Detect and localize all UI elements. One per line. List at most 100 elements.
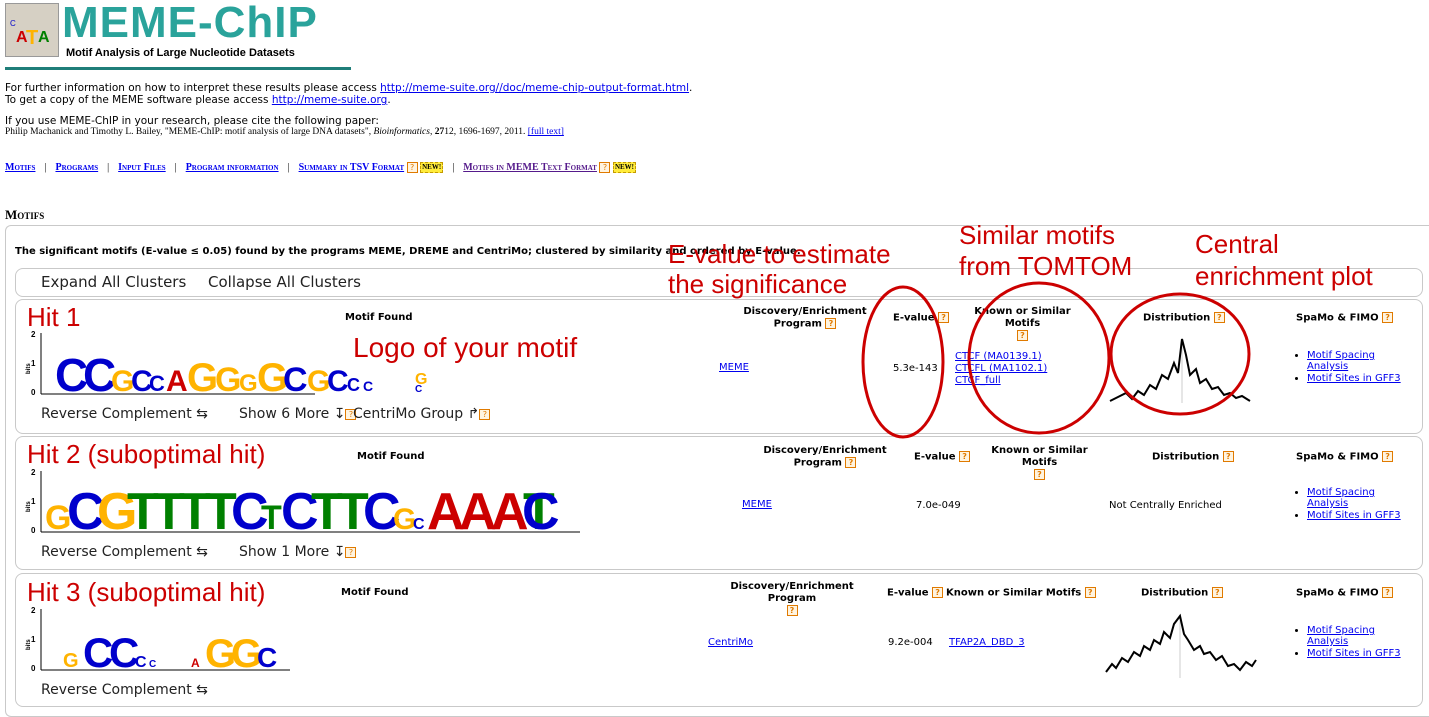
evalue-header-label: E-value bbox=[893, 312, 935, 324]
evalue-annotation-line-1: E-value to estimate bbox=[668, 239, 891, 269]
known-header: Known or Similar Motifs ? bbox=[955, 306, 1090, 343]
corner-arrow-icon: ↱ bbox=[467, 406, 480, 422]
discovery-header-label: Program bbox=[793, 457, 842, 469]
motif-sites-gff3-link[interactable]: Motif Sites in GFF3 bbox=[1307, 510, 1401, 521]
centrimo-group-button[interactable]: CentriMo Group ↱? bbox=[353, 406, 491, 422]
help-icon[interactable]: ? bbox=[825, 318, 837, 329]
axis-label: bits bbox=[26, 639, 32, 650]
program-link-hit-2[interactable]: MEME bbox=[742, 499, 772, 510]
nav-summary-tsv[interactable]: Summary in TSV Format bbox=[299, 162, 405, 173]
nav-separator: | bbox=[287, 162, 290, 173]
evalue-hit-2: 7.0e-049 bbox=[916, 500, 961, 511]
help-icon[interactable]: ? bbox=[1382, 451, 1394, 462]
known-motif-link[interactable]: CTCF_full bbox=[955, 375, 1001, 386]
svg-text:C: C bbox=[522, 483, 560, 538]
discovery-header-label: Program bbox=[773, 318, 822, 330]
help-icon[interactable]: ? bbox=[959, 451, 971, 462]
nav-motifs-meme-text[interactable]: Motifs in MEME Text Format bbox=[463, 162, 597, 173]
svg-text:G: G bbox=[63, 650, 79, 672]
new-badge-icon: NEW! bbox=[420, 162, 444, 174]
reverse-complement-button[interactable]: Reverse Complement ⇆ bbox=[41, 406, 208, 422]
help-icon[interactable]: ? bbox=[938, 312, 950, 323]
full-text-link[interactable]: [full text] bbox=[528, 127, 564, 137]
reverse-complement-button[interactable]: Reverse Complement ⇆ bbox=[41, 544, 208, 560]
svg-text:C: C bbox=[283, 361, 308, 399]
collapse-all-button[interactable]: Collapse All Clusters bbox=[208, 273, 361, 291]
known-motif-link[interactable]: CTCF (MA0139.1) bbox=[955, 351, 1042, 362]
program-link-hit-3[interactable]: CentriMo bbox=[708, 637, 753, 648]
motif-found-header: Motif Found bbox=[345, 312, 413, 323]
motif-spacing-link[interactable]: Motif Spacing Analysis bbox=[1307, 625, 1375, 647]
evalue-annotation-line-2: the significance bbox=[668, 269, 848, 299]
discovery-header-label: Discovery/Enrichment bbox=[763, 445, 887, 456]
help-icon[interactable]: ? bbox=[845, 457, 857, 468]
logo-annotation: Logo of your motif bbox=[353, 332, 578, 363]
help-icon[interactable]: ? bbox=[932, 587, 944, 598]
svg-text:C: C bbox=[135, 654, 147, 671]
motif-sites-gff3-link[interactable]: Motif Sites in GFF3 bbox=[1307, 373, 1401, 384]
help-icon[interactable]: ? bbox=[479, 408, 491, 420]
axis-label: bits bbox=[26, 363, 32, 374]
motif-spacing-link[interactable]: Motif Spacing Analysis bbox=[1307, 487, 1375, 509]
help-icon[interactable]: ? bbox=[1084, 587, 1096, 598]
svg-text:C: C bbox=[257, 642, 277, 673]
evalue-header: E-value ? bbox=[914, 451, 971, 464]
program-link-hit-1[interactable]: MEME bbox=[719, 362, 749, 373]
help-icon[interactable]: ? bbox=[1034, 469, 1045, 480]
help-icon[interactable]: ? bbox=[1211, 587, 1223, 598]
citation-journal: Bioinformatics bbox=[373, 127, 430, 137]
svg-text:T: T bbox=[26, 27, 38, 49]
expand-arrow-icon: ↧ bbox=[333, 406, 346, 422]
distribution-plot-hit-3 bbox=[1105, 613, 1257, 678]
output-format-link[interactable]: http://meme-suite.org//doc/meme-chip-out… bbox=[380, 82, 689, 94]
intro-punct: . bbox=[689, 82, 693, 94]
show-more-button[interactable]: Show 6 More ↧? bbox=[239, 406, 357, 422]
cite-line: If you use MEME-ChIP in your research, p… bbox=[5, 115, 379, 127]
discovery-header: Discovery/Enrichment Program ? bbox=[706, 581, 878, 618]
nav-programs[interactable]: Programs bbox=[55, 162, 98, 173]
axis-tick: 2 bbox=[31, 606, 36, 615]
help-icon[interactable]: ? bbox=[1382, 312, 1394, 323]
help-icon[interactable]: ? bbox=[599, 162, 611, 174]
help-icon[interactable]: ? bbox=[786, 605, 798, 616]
motif-sites-gff3-link[interactable]: Motif Sites in GFF3 bbox=[1307, 648, 1401, 659]
discovery-header: Discovery/Enrichment Program ? bbox=[760, 445, 890, 470]
meme-suite-link[interactable]: http://meme-suite.org bbox=[272, 94, 388, 106]
citation-pages: 12, 1696-1697, 2011. bbox=[444, 127, 528, 137]
svg-text:G: G bbox=[215, 361, 241, 399]
axis-label: bits bbox=[26, 501, 32, 512]
centrimo-group-label: CentriMo Group bbox=[353, 406, 464, 422]
axis-tick: 2 bbox=[31, 468, 36, 477]
discovery-header: Discovery/Enrichment Program ? bbox=[735, 306, 875, 331]
help-icon[interactable]: ? bbox=[1213, 312, 1225, 323]
spamo-header: SpaMo & FIMO ? bbox=[1296, 451, 1394, 464]
distribution-header: Distribution ? bbox=[1152, 451, 1234, 464]
list-item: Motif Spacing Analysis bbox=[1307, 625, 1417, 647]
distribution-header-label: Distribution bbox=[1152, 451, 1220, 463]
help-icon[interactable]: ? bbox=[345, 546, 357, 558]
spamo-header: SpaMo & FIMO ? bbox=[1296, 312, 1394, 325]
nav-program-info[interactable]: Program information bbox=[186, 162, 279, 173]
help-icon[interactable]: ? bbox=[1017, 330, 1028, 341]
section-nav: Motifs | Programs | Input Files | Program info… bbox=[5, 162, 637, 174]
show-more-button[interactable]: Show 1 More ↧? bbox=[239, 544, 357, 560]
hit-1-label: Hit 1 bbox=[27, 302, 81, 332]
spamo-links-hit-3: Motif Spacing Analysis Motif Sites in GF… bbox=[1293, 625, 1417, 660]
hit-3-label: Hit 3 (suboptimal hit) bbox=[27, 577, 266, 607]
nav-separator: | bbox=[174, 162, 177, 173]
known-motif-link[interactable]: TFAP2A_DBD_3 bbox=[949, 637, 1025, 648]
nav-input-files[interactable]: Input Files bbox=[118, 162, 166, 173]
nav-motifs[interactable]: Motifs bbox=[5, 162, 35, 173]
nav-separator: | bbox=[452, 162, 455, 173]
motif-spacing-link[interactable]: Motif Spacing Analysis bbox=[1307, 350, 1375, 372]
svg-text:G: G bbox=[239, 370, 258, 397]
motif-logo-hit-2-tail: C bbox=[522, 483, 560, 538]
svg-text:G: G bbox=[187, 356, 218, 400]
reverse-complement-button[interactable]: Reverse Complement ⇆ bbox=[41, 682, 208, 698]
help-icon[interactable]: ? bbox=[1382, 587, 1394, 598]
expand-all-button[interactable]: Expand All Clusters bbox=[41, 273, 186, 291]
help-icon[interactable]: ? bbox=[406, 162, 418, 174]
help-icon[interactable]: ? bbox=[1222, 451, 1234, 462]
known-header-label: Known or Similar Motifs bbox=[946, 587, 1082, 599]
known-motif-link[interactable]: CTCFL (MA1102.1) bbox=[955, 363, 1047, 374]
